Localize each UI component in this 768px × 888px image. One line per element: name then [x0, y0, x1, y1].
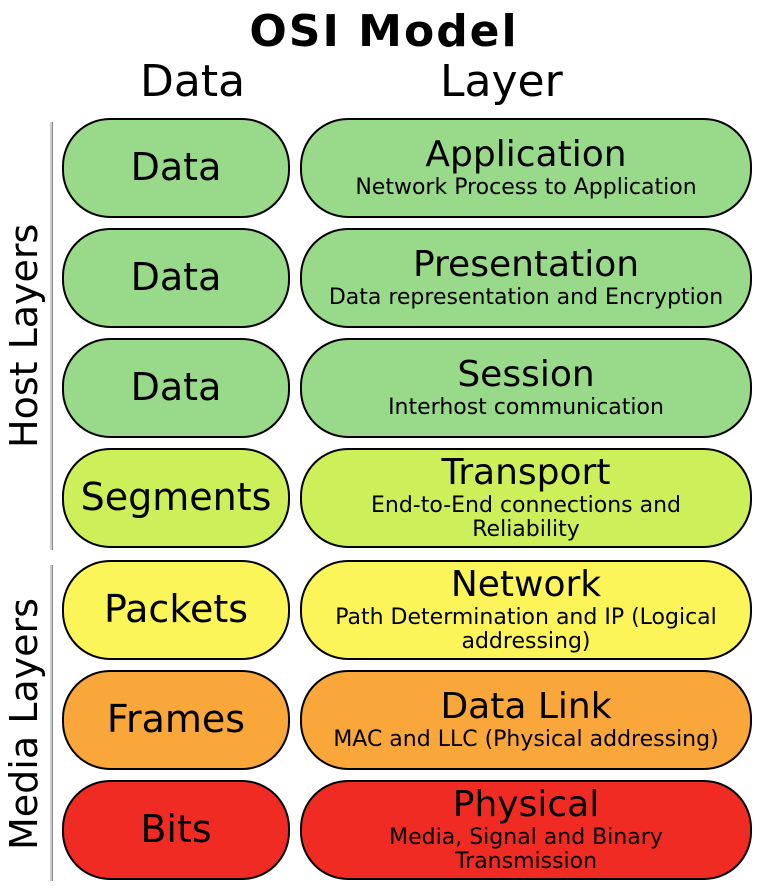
column-header-data: Data	[140, 56, 245, 107]
data-unit-cell: Packets	[62, 560, 290, 660]
data-unit-text: Bits	[140, 810, 211, 850]
osi-row-transport: Segments Transport End-to-End connection…	[62, 448, 762, 548]
osi-model-diagram: OSI Model Data Layer Host Layers Media L…	[0, 0, 768, 888]
data-unit-text: Data	[131, 368, 222, 408]
group-label-host: Host Layers	[2, 118, 46, 554]
osi-row-physical: Bits Physical Media, Signal and Binary T…	[62, 780, 762, 880]
layer-name: Network	[451, 566, 601, 604]
layer-desc: Media, Signal and Binary Transmission	[320, 826, 732, 874]
data-unit-text: Frames	[107, 700, 245, 740]
layer-cell: Presentation Data representation and Enc…	[300, 228, 752, 328]
layer-cell: Application Network Process to Applicati…	[300, 118, 752, 218]
layer-name: Presentation	[413, 246, 639, 284]
data-unit-text: Packets	[104, 590, 248, 630]
diagram-title: OSI Model	[0, 6, 768, 57]
osi-row-network: Packets Network Path Determination and I…	[62, 560, 762, 660]
layer-cell: Data Link MAC and LLC (Physical addressi…	[300, 670, 752, 770]
layer-desc: MAC and LLC (Physical addressing)	[333, 728, 718, 752]
layer-name: Physical	[453, 786, 599, 824]
group-rule-host	[50, 122, 53, 550]
layer-name: Data Link	[440, 688, 611, 726]
data-unit-cell: Data	[62, 228, 290, 328]
layer-desc: Path Determination and IP (Logical addre…	[320, 606, 732, 654]
layer-desc: Data representation and Encryption	[329, 286, 723, 310]
osi-row-presentation: Data Presentation Data representation an…	[62, 228, 762, 328]
osi-row-datalink: Frames Data Link MAC and LLC (Physical a…	[62, 670, 762, 770]
layer-cell: Network Path Determination and IP (Logic…	[300, 560, 752, 660]
layer-desc: Network Process to Application	[355, 176, 696, 200]
data-unit-cell: Data	[62, 118, 290, 218]
data-unit-cell: Bits	[62, 780, 290, 880]
layer-name: Application	[425, 136, 626, 174]
data-unit-cell: Frames	[62, 670, 290, 770]
layer-desc: End-to-End connections and Reliability	[320, 494, 732, 542]
data-unit-text: Data	[131, 258, 222, 298]
layer-desc: Interhost communication	[388, 396, 664, 420]
group-label-media: Media Layers	[2, 564, 46, 884]
osi-row-application: Data Application Network Process to Appl…	[62, 118, 762, 218]
data-unit-cell: Segments	[62, 448, 290, 548]
layer-cell: Session Interhost communication	[300, 338, 752, 438]
layer-name: Transport	[442, 454, 611, 492]
group-rule-media	[50, 565, 53, 881]
data-unit-text: Segments	[81, 478, 272, 518]
layer-name: Session	[457, 356, 594, 394]
layer-cell: Physical Media, Signal and Binary Transm…	[300, 780, 752, 880]
column-header-layer: Layer	[440, 56, 563, 107]
data-unit-text: Data	[131, 148, 222, 188]
osi-row-session: Data Session Interhost communication	[62, 338, 762, 438]
layer-cell: Transport End-to-End connections and Rel…	[300, 448, 752, 548]
data-unit-cell: Data	[62, 338, 290, 438]
